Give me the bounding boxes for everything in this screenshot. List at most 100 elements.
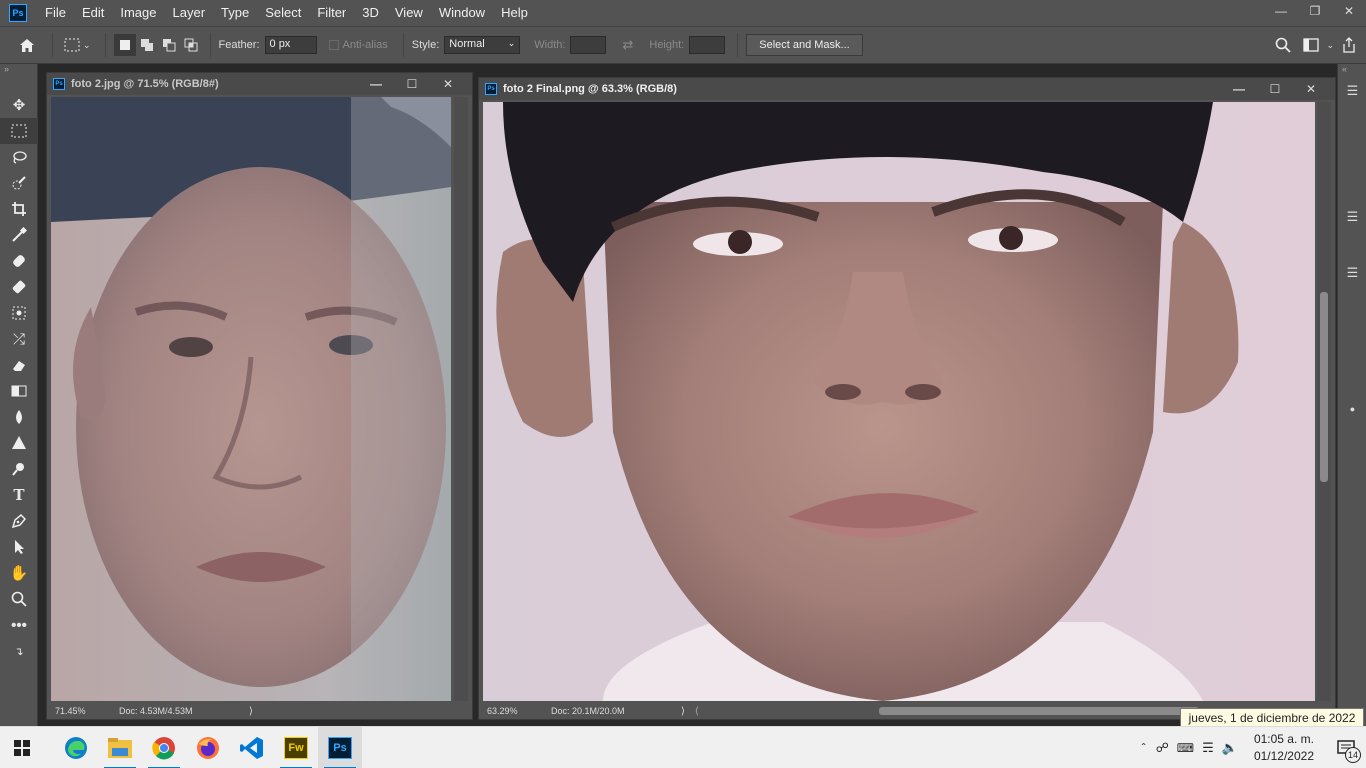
document-2-close-button[interactable]: ✕ bbox=[1293, 78, 1329, 100]
document-1-canvas[interactable] bbox=[51, 97, 451, 701]
antialias-checkbox[interactable] bbox=[328, 40, 339, 50]
add-to-selection-icon[interactable] bbox=[136, 34, 158, 56]
date-tooltip: jueves, 1 de diciembre de 2022 bbox=[1180, 708, 1364, 728]
healing-brush-tool-icon[interactable] bbox=[0, 248, 38, 274]
volume-icon[interactable]: 🔈 bbox=[1222, 740, 1238, 756]
clock[interactable]: 01:05 a. m. 01/12/2022 bbox=[1254, 731, 1314, 765]
rect-marquee-preset-icon[interactable] bbox=[61, 34, 83, 56]
feather-input[interactable]: 0 px bbox=[264, 36, 317, 54]
chevron-right-icon[interactable]: ⟩ bbox=[681, 706, 685, 717]
show-hidden-icons-icon[interactable]: ˆ bbox=[1142, 741, 1146, 755]
wifi-icon[interactable]: ☴ bbox=[1202, 740, 1214, 756]
intersect-selection-icon[interactable] bbox=[180, 34, 202, 56]
sharpen-tool-icon[interactable] bbox=[0, 430, 38, 456]
style-select[interactable]: Normal ⌄ bbox=[444, 36, 521, 54]
document-1-zoom[interactable]: 71.45% bbox=[47, 706, 119, 716]
retouched-photo bbox=[483, 102, 1315, 701]
file-explorer-icon[interactable] bbox=[98, 727, 142, 768]
collapse-icon[interactable]: « bbox=[1338, 64, 1366, 78]
panel-menu-icon[interactable]: ☰ bbox=[1338, 78, 1366, 104]
document-1-maximize-button[interactable]: ☐ bbox=[394, 73, 430, 95]
menu-view[interactable]: View bbox=[387, 0, 431, 26]
meet-now-icon[interactable]: ☍ bbox=[1156, 740, 1169, 756]
antialias-label: Anti-alias bbox=[342, 39, 388, 51]
document-2-maximize-button[interactable]: ☐ bbox=[1257, 78, 1293, 100]
more-tools-icon[interactable]: ••• bbox=[0, 612, 38, 638]
collapse-icon[interactable]: » bbox=[0, 64, 37, 78]
vscode-icon[interactable] bbox=[230, 727, 274, 768]
swap-icon[interactable]: ⇄ bbox=[622, 37, 633, 53]
move-tool-icon[interactable]: ✥ bbox=[0, 92, 38, 118]
document-1-titlebar[interactable]: Ps foto 2.jpg @ 71.5% (RGB/8#) — ☐ ✕ bbox=[47, 73, 472, 95]
chevron-down-icon[interactable]: ⌄ bbox=[83, 40, 91, 51]
clone-stamp-tool-icon[interactable] bbox=[0, 300, 38, 326]
select-and-mask-button[interactable]: Select and Mask... bbox=[746, 34, 863, 56]
document-2-minimize-button[interactable]: — bbox=[1221, 78, 1257, 100]
menu-edit[interactable]: Edit bbox=[74, 0, 112, 26]
firefox-icon[interactable] bbox=[186, 727, 230, 768]
document-1-close-button[interactable]: ✕ bbox=[430, 73, 466, 95]
lasso-tool-icon[interactable] bbox=[0, 144, 38, 170]
chrome-icon[interactable] bbox=[142, 727, 186, 768]
menu-file[interactable]: File bbox=[37, 0, 74, 26]
menu-window[interactable]: Window bbox=[431, 0, 493, 26]
zoom-tool-icon[interactable] bbox=[0, 586, 38, 612]
workspace-icon[interactable] bbox=[1300, 34, 1322, 56]
notifications-icon[interactable]: 14 bbox=[1326, 727, 1366, 768]
chevron-down-icon[interactable]: ⌄ bbox=[1326, 40, 1334, 51]
document-2-zoom[interactable]: 63.29% bbox=[479, 706, 551, 716]
minimize-app-button[interactable]: — bbox=[1264, 0, 1298, 22]
original-photo bbox=[51, 97, 451, 701]
photoshop-taskbar-icon[interactable]: Ps bbox=[318, 726, 362, 768]
restore-app-button[interactable]: ❐ bbox=[1298, 0, 1332, 22]
notification-count-badge: 14 bbox=[1345, 747, 1361, 763]
subtract-selection-icon[interactable] bbox=[158, 34, 180, 56]
search-icon[interactable] bbox=[1272, 34, 1294, 56]
scroll-left-icon[interactable]: ⟨ bbox=[695, 706, 699, 717]
share-icon[interactable] bbox=[1338, 34, 1360, 56]
document-2-titlebar[interactable]: Ps foto 2 Final.png @ 63.3% (RGB/8) — ☐ … bbox=[479, 78, 1335, 100]
windows-start-button[interactable] bbox=[0, 727, 44, 768]
quick-selection-tool-icon[interactable] bbox=[0, 170, 38, 196]
input-method-icon[interactable]: ⌨ bbox=[1177, 741, 1194, 755]
eyedropper-tool-icon[interactable] bbox=[0, 222, 38, 248]
fireworks-icon[interactable]: Fw bbox=[274, 727, 318, 768]
document-1-minimize-button[interactable]: — bbox=[358, 73, 394, 95]
blur-tool-icon[interactable] bbox=[0, 404, 38, 430]
menu-layer[interactable]: Layer bbox=[165, 0, 214, 26]
dodge-tool-icon[interactable] bbox=[0, 456, 38, 482]
menu-type[interactable]: Type bbox=[213, 0, 257, 26]
type-tool-icon[interactable]: T bbox=[0, 482, 38, 508]
document-1-scrollbar[interactable] bbox=[454, 97, 468, 701]
path-selection-tool-icon[interactable] bbox=[0, 534, 38, 560]
eraser-tool-icon[interactable] bbox=[0, 352, 38, 378]
crop-tool-icon[interactable] bbox=[0, 196, 38, 222]
panel-menu-icon[interactable]: ☰ bbox=[1338, 204, 1366, 230]
layers-list-icon[interactable]: ☰ bbox=[1338, 260, 1366, 286]
chevron-right-icon[interactable]: ⟩ bbox=[249, 706, 253, 717]
width-input[interactable] bbox=[570, 36, 607, 54]
rect-marquee-tool-icon[interactable] bbox=[0, 118, 38, 144]
new-selection-icon[interactable] bbox=[113, 34, 136, 56]
edge-icon[interactable] bbox=[54, 727, 98, 768]
gradient-tool-icon[interactable] bbox=[0, 378, 38, 404]
pen-tool-icon[interactable] bbox=[0, 508, 38, 534]
document-2-horizontal-scroll-thumb[interactable] bbox=[879, 707, 1199, 715]
home-icon[interactable] bbox=[16, 34, 38, 56]
close-app-button[interactable]: ✕ bbox=[1332, 0, 1366, 22]
circle-icon[interactable]: ● bbox=[1338, 396, 1366, 422]
document-2-vertical-scrollbar[interactable] bbox=[1317, 102, 1331, 701]
menu-filter[interactable]: Filter bbox=[309, 0, 354, 26]
brush-tool-icon[interactable] bbox=[0, 274, 38, 300]
history-brush-tool-icon[interactable]: ⤮ bbox=[0, 326, 38, 352]
menu-select[interactable]: Select bbox=[257, 0, 309, 26]
menu-image[interactable]: Image bbox=[112, 0, 164, 26]
hand-tool-icon[interactable]: ✋ bbox=[0, 560, 38, 586]
document-2-scroll-thumb[interactable] bbox=[1320, 292, 1328, 482]
menu-3d[interactable]: 3D bbox=[354, 0, 387, 26]
taskbar: Fw Ps ˆ ☍ ⌨ ☴ 🔈 01:05 a. m. 01/12/2022 1… bbox=[0, 726, 1366, 768]
document-2-canvas[interactable] bbox=[483, 102, 1315, 701]
height-input[interactable] bbox=[689, 36, 726, 54]
menu-help[interactable]: Help bbox=[493, 0, 536, 26]
swap-colors-icon[interactable]: ↴ bbox=[0, 638, 38, 664]
